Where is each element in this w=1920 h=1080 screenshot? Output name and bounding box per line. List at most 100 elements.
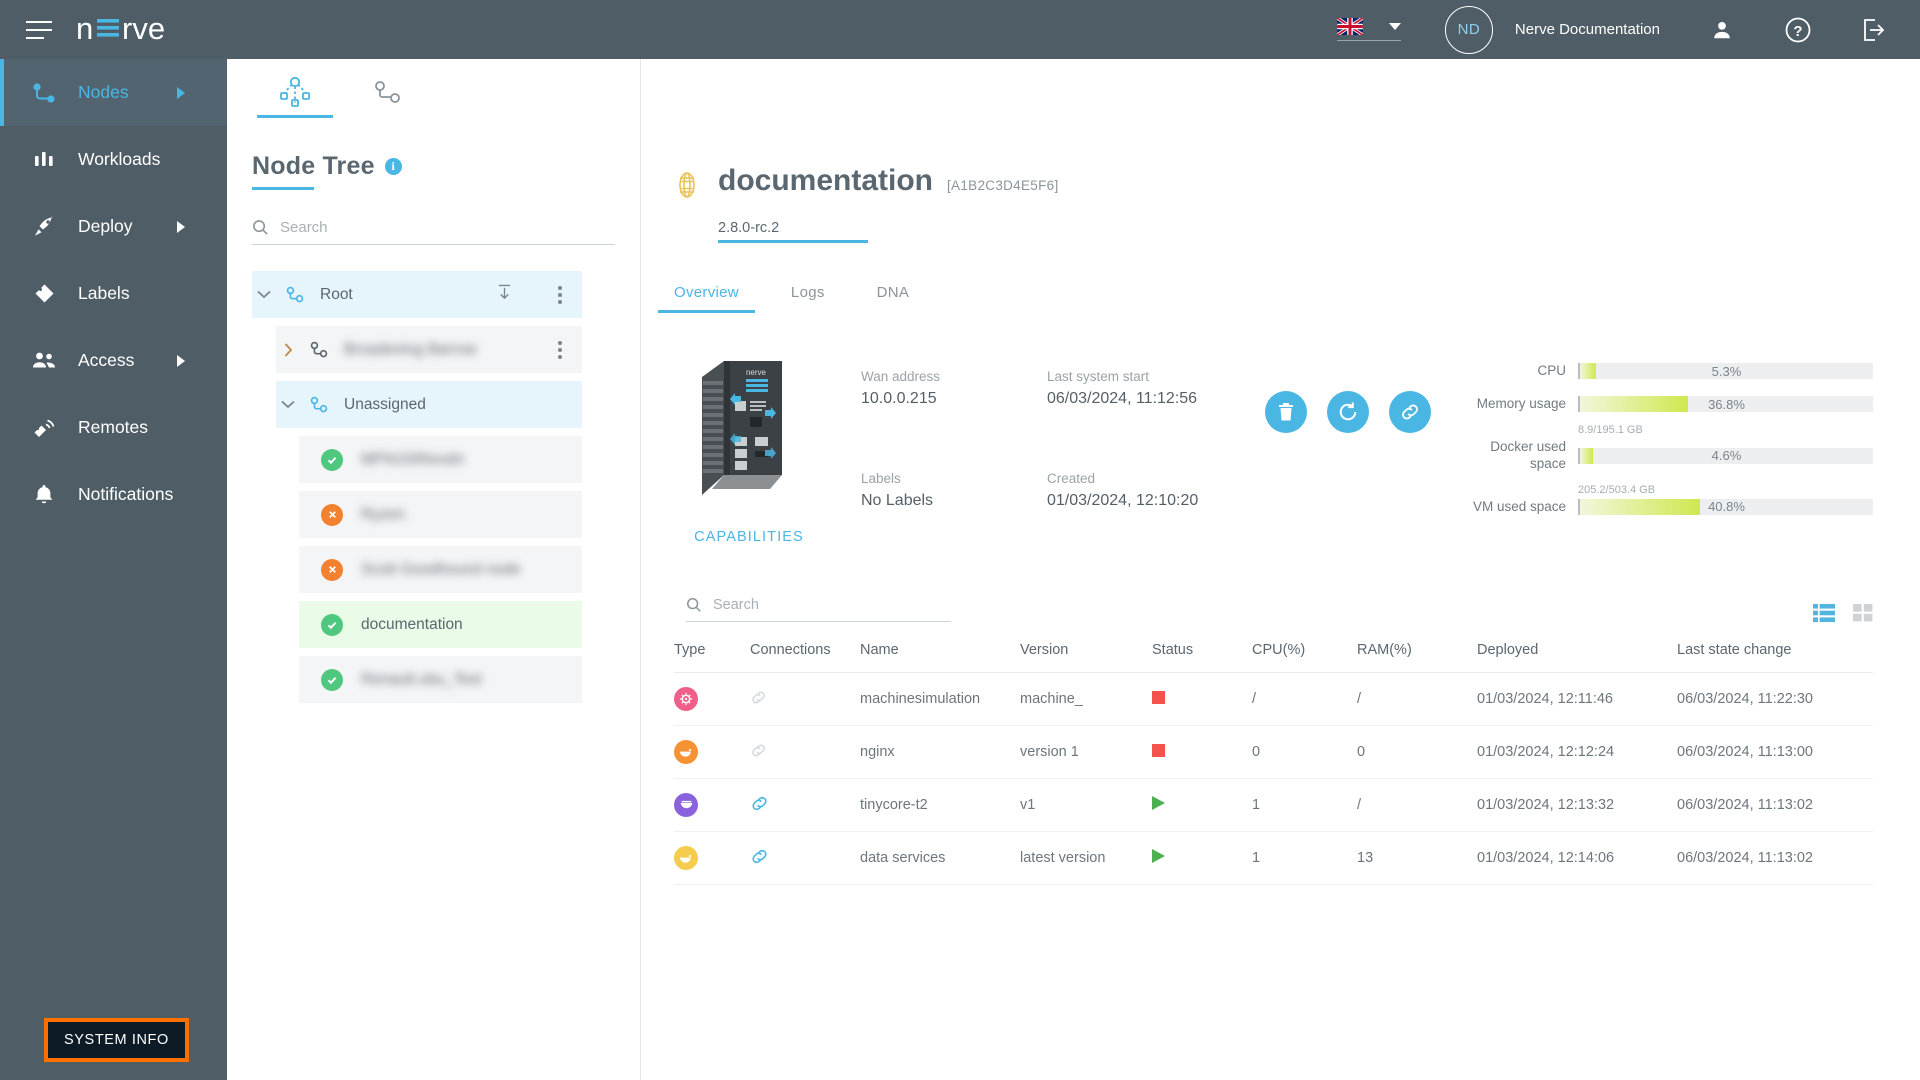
tab-dna[interactable]: DNA <box>877 284 910 313</box>
node-title-wrap: documentation [A1B2C3D4E5F6] 2.8.0-rc.2 <box>718 164 1059 243</box>
grid-view-toggle[interactable] <box>1853 604 1873 622</box>
status-error-icon <box>321 558 343 581</box>
cell-last-state-change: 06/03/2024, 11:13:00 <box>1677 744 1813 760</box>
node-tree-list: Root Broadening Barrow Unassigned MFN100… <box>227 271 640 703</box>
sidebar-item-workloads[interactable]: Workloads <box>0 126 227 193</box>
chain-icon[interactable] <box>750 794 769 813</box>
chevron-down-icon <box>1388 23 1401 30</box>
tree-leaf-node[interactable]: Ryzen <box>299 491 582 538</box>
chevron-down-icon[interactable] <box>276 400 300 409</box>
table-row[interactable]: tinycore-t2 v1 1 / 01/03/2024, 12:13:32 … <box>674 779 1873 832</box>
workload-search-input[interactable] <box>713 597 951 613</box>
tree-leaf-node[interactable]: MFN100Nxxdn <box>299 436 582 483</box>
logout-icon[interactable] <box>1856 12 1892 48</box>
cell-connection[interactable] <box>750 673 860 726</box>
chain-icon[interactable] <box>750 689 767 706</box>
node-connections-button[interactable] <box>1389 391 1431 433</box>
node-tree-panel: Node Tree i Root <box>227 59 641 1080</box>
nerve-logo[interactable]: n rve <box>76 13 226 47</box>
metric-label: Docker used space <box>1490 438 1566 471</box>
help-icon[interactable]: ? <box>1780 12 1816 48</box>
chain-icon[interactable] <box>750 742 767 759</box>
vm-icon <box>674 793 698 817</box>
metric-percent: 4.6% <box>1711 448 1742 464</box>
user-icon[interactable] <box>1704 12 1740 48</box>
cell-last-state-change: 06/03/2024, 11:22:30 <box>1677 691 1813 707</box>
sidebar-item-label: Access <box>78 350 135 370</box>
table-row[interactable]: data services latest version 1 13 01/03/… <box>674 832 1873 885</box>
language-selector[interactable] <box>1336 18 1401 41</box>
info-value: 06/03/2024, 11:12:56 <box>1047 390 1198 407</box>
workloads-toolbar <box>674 597 1873 622</box>
cell-connection[interactable] <box>750 779 860 832</box>
info-label: Last system start <box>1047 369 1150 384</box>
tree-search-box[interactable] <box>252 219 615 245</box>
capabilities-link[interactable]: CAPABILITIES <box>659 529 839 545</box>
metric-caption: 205.2/503.4 GB <box>1578 483 1656 496</box>
tree-row-root[interactable]: Root <box>252 271 582 318</box>
table-row[interactable]: nginx version 1 0 0 01/03/2024, 12:12:24… <box>674 726 1873 779</box>
tree-row-unassigned[interactable]: Unassigned <box>276 381 582 428</box>
panel-title: Node Tree i <box>252 152 640 190</box>
node-metrics: CPU 5.3% Memory usage 36.8% 8.9/195.1 GB… <box>1470 363 1920 545</box>
chevron-right-icon[interactable] <box>276 342 300 357</box>
node-action-buttons <box>1265 391 1431 545</box>
tree-node-label: Root <box>320 285 353 303</box>
hamburger-menu-icon[interactable] <box>26 16 54 44</box>
list-view-toggle[interactable] <box>1813 604 1835 622</box>
cell-connection[interactable] <box>750 832 860 885</box>
svg-text:n: n <box>76 13 93 46</box>
column-connections: Connections <box>750 642 831 658</box>
tree-search-input[interactable] <box>280 219 615 236</box>
cell-ram: / <box>1357 691 1362 707</box>
search-icon <box>253 220 268 235</box>
cell-status <box>1152 832 1252 885</box>
download-icon[interactable] <box>497 284 512 306</box>
cell-connection[interactable] <box>750 726 860 779</box>
sidebar-item-labels[interactable]: Labels <box>0 260 227 327</box>
docker-icon <box>674 740 698 764</box>
delete-node-button[interactable] <box>1265 391 1307 433</box>
metric-docker-used-space: 8.9/195.1 GB Docker used space 4.6% <box>1470 424 1873 473</box>
tab-logs[interactable]: Logs <box>791 284 825 313</box>
workload-search-box[interactable] <box>686 597 951 622</box>
sidebar-item-access[interactable]: Access <box>0 327 227 394</box>
cell-type <box>674 673 750 726</box>
sidebar-item-nodes[interactable]: Nodes <box>0 59 227 126</box>
system-info-button[interactable]: SYSTEM INFO <box>44 1018 189 1062</box>
sidebar-item-deploy[interactable]: Deploy <box>0 193 227 260</box>
tree-leaf-node[interactable]: Renault.ubu_Test <box>299 656 582 703</box>
system-info-wrapper: SYSTEM INFO <box>44 1018 189 1062</box>
info-wan-address: Wan address 10.0.0.215 <box>861 369 1001 443</box>
remotes-icon <box>30 414 58 442</box>
avatar[interactable]: ND <box>1444 5 1493 54</box>
page-title: Node Tree <box>252 152 375 180</box>
cell-ram: 13 <box>1357 850 1374 866</box>
tree-row-group[interactable]: Broadening Barrow <box>276 326 582 373</box>
chevron-right-icon <box>177 220 185 233</box>
sidebar-item-label: Workloads <box>78 149 161 169</box>
metric-bar: 40.8% <box>1578 498 1873 515</box>
sidebar-item-notifications[interactable]: Notifications <box>0 461 227 528</box>
tab-overview[interactable]: Overview <box>658 284 755 313</box>
overview-section: nerve CAPABILITIES Wan address 10.0.0.21… <box>641 313 1920 545</box>
reboot-node-button[interactable] <box>1327 391 1369 433</box>
view-toggle-group <box>1813 604 1873 622</box>
metric-percent: 40.8% <box>1708 499 1745 515</box>
table-row[interactable]: machinesimulation machine_ / / 01/03/202… <box>674 673 1873 726</box>
chain-icon[interactable] <box>750 847 769 866</box>
sidebar-item-remotes[interactable]: Remotes <box>0 394 227 461</box>
metric-label: CPU <box>1537 363 1566 378</box>
tab-node-tree[interactable] <box>249 65 341 118</box>
nerve-industrial-pc-image: nerve <box>690 353 808 503</box>
tree-leaf-node-selected[interactable]: documentation <box>299 601 582 648</box>
status-stopped-icon <box>1152 690 1165 704</box>
info-icon[interactable]: i <box>384 158 402 175</box>
tab-node-list[interactable] <box>341 65 433 118</box>
tree-leaf-node[interactable]: Scott Goodhound node <box>299 546 582 593</box>
cell-name: nginx <box>860 744 895 760</box>
info-label: Labels <box>861 471 901 486</box>
chevron-down-icon[interactable] <box>252 290 276 299</box>
row-menu-icon[interactable] <box>558 285 562 304</box>
row-menu-icon[interactable] <box>558 340 562 359</box>
